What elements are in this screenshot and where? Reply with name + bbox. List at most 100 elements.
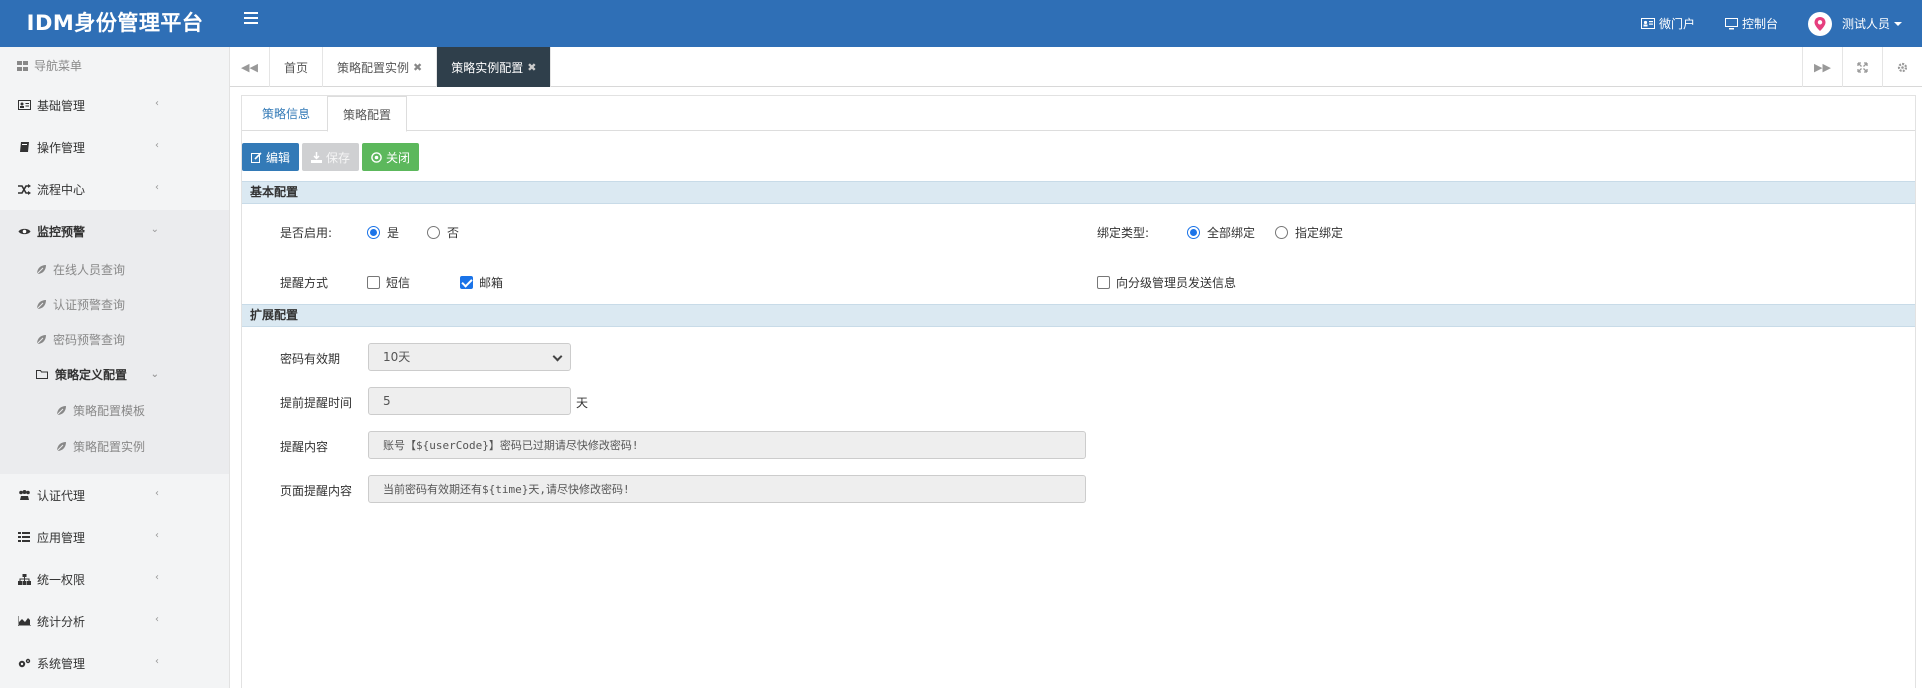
- chevron-left-icon: ‹: [155, 656, 159, 667]
- sidebar-item-label: 操作管理: [37, 140, 86, 155]
- enable-yes-label: 是: [387, 226, 400, 240]
- chevron-down-icon: ⌄: [150, 224, 159, 235]
- sidebar-item-permission[interactable]: 统一权限 ‹: [0, 558, 229, 600]
- sidebar-item-label: 密码预警查询: [53, 333, 126, 347]
- chevron-down-icon: ⌄: [150, 369, 159, 380]
- notify-admin-checkbox[interactable]: 向分级管理员发送信息: [1097, 274, 1236, 291]
- console-link[interactable]: 控制台: [1724, 15, 1778, 32]
- sidebar-item-operation[interactable]: 操作管理 ‹: [0, 126, 229, 168]
- bind-all-radio[interactable]: 全部绑定: [1187, 224, 1255, 241]
- sidebar-item-label: 基础管理: [37, 98, 86, 113]
- notify-email-label: 邮箱: [479, 276, 504, 290]
- close-circle-icon: [371, 151, 382, 163]
- backward-icon: ◀◀: [241, 60, 258, 74]
- close-button[interactable]: 关闭: [362, 143, 420, 171]
- validity-select[interactable]: 10天: [368, 343, 571, 371]
- bind-all-label: 全部绑定: [1207, 226, 1256, 240]
- save-button[interactable]: 保存: [302, 143, 360, 171]
- sidebar-item-basic[interactable]: 基础管理 ‹: [0, 84, 229, 126]
- chevron-left-icon: ‹: [155, 614, 159, 625]
- tab-policy-info[interactable]: 策略信息: [247, 96, 325, 131]
- page-reminder-input[interactable]: 当前密码有效期还有${time}天,请尽快修改密码!: [368, 475, 1086, 503]
- sidebar-item-label: 在线人员查询: [53, 263, 126, 277]
- top-bar: IDM身份管理平台 微门户 控制台 测试人员: [0, 0, 1922, 47]
- sidebar-item-online-users[interactable]: 在线人员查询: [0, 252, 229, 287]
- notify-row: 提醒方式 短信 邮箱 向分级管理员发送信息: [242, 259, 1915, 304]
- notify-sms-checkbox[interactable]: 短信: [367, 274, 410, 291]
- leaf-icon: [36, 335, 46, 345]
- chevron-left-icon: ‹: [155, 530, 159, 541]
- sidebar-item-app[interactable]: 应用管理 ‹: [0, 516, 229, 558]
- sidebar-item-monitor[interactable]: 监控预警 ⌄: [0, 210, 229, 252]
- id-card-icon: [1640, 18, 1655, 29]
- sidebar-item-policy-instance[interactable]: 策略配置实例: [0, 428, 229, 464]
- page-reminder-label: 页面提醒内容: [280, 484, 353, 498]
- notify-email-checkbox[interactable]: 邮箱: [460, 274, 503, 291]
- tab-label: 首页: [284, 60, 309, 75]
- sidebar-item-label: 应用管理: [37, 530, 86, 545]
- avatar: [1807, 11, 1832, 36]
- content-row: 提醒内容 账号【${userCode}】密码已过期请尽快修改密码!: [242, 423, 1915, 467]
- chevron-left-icon: ‹: [155, 182, 159, 193]
- scroll-tabs-left-button[interactable]: ◀◀: [230, 47, 270, 87]
- sidebar-item-policy-template[interactable]: 策略配置模板: [0, 392, 229, 428]
- extended-config-header: 扩展配置: [242, 304, 1915, 327]
- sidebar-item-label: 认证预警查询: [53, 298, 126, 312]
- sidebar-item-statistics[interactable]: 统计分析 ‹: [0, 600, 229, 642]
- notify-sms-label: 短信: [386, 276, 411, 290]
- reminder-content-value: 账号【${userCode}】密码已过期请尽快修改密码!: [383, 439, 639, 452]
- close-icon[interactable]: ✖: [527, 61, 536, 74]
- tab-label: 策略实例配置: [451, 60, 524, 75]
- tab-bar: ◀◀ 首页 策略配置实例 ✖ 策略实例配置 ✖ ▶▶: [230, 47, 1922, 87]
- sidebar-item-label: 策略定义配置: [55, 368, 128, 382]
- bind-specific-radio[interactable]: 指定绑定: [1275, 224, 1343, 241]
- radio-unchecked: [1275, 226, 1288, 239]
- leaf-icon: [56, 405, 66, 415]
- gears-icon: [18, 658, 30, 667]
- scroll-tabs-right-button[interactable]: ▶▶: [1802, 47, 1842, 87]
- advance-unit: 天: [576, 396, 589, 410]
- close-icon[interactable]: ✖: [413, 61, 422, 74]
- map-marker-icon: [1814, 16, 1826, 31]
- tab-home[interactable]: 首页: [270, 47, 324, 87]
- desktop-icon: [1724, 17, 1738, 29]
- advance-time-input[interactable]: 5: [368, 387, 571, 415]
- tab-label: 策略配置: [343, 107, 392, 122]
- sidebar-item-label: 认证代理: [37, 488, 86, 503]
- sidebar-item-system[interactable]: 系统管理 ‹: [0, 642, 229, 684]
- user-menu[interactable]: 测试人员: [1807, 11, 1902, 36]
- enable-no-radio[interactable]: 否: [427, 224, 459, 241]
- reminder-content-input[interactable]: 账号【${userCode}】密码已过期请尽快修改密码!: [368, 431, 1086, 459]
- fullscreen-button[interactable]: [1842, 47, 1882, 87]
- settings-button[interactable]: [1882, 47, 1922, 87]
- chevron-left-icon: ‹: [155, 140, 159, 151]
- brand-title[interactable]: IDM身份管理平台: [0, 0, 230, 47]
- area-chart-icon: [17, 616, 31, 626]
- tab-policy-instance[interactable]: 策略配置实例 ✖: [323, 47, 438, 87]
- list-icon: [18, 532, 30, 542]
- leaf-icon: [36, 300, 46, 310]
- sidebar-item-workflow[interactable]: 流程中心 ‹: [0, 168, 229, 210]
- checkbox-unchecked: [367, 276, 380, 289]
- enable-yes-radio[interactable]: 是: [367, 224, 399, 241]
- nav-title-label: 导航菜单: [34, 59, 83, 73]
- sidebar-item-label: 流程中心: [37, 182, 86, 197]
- page-reminder-value: 当前密码有效期还有${time}天,请尽快修改密码!: [383, 483, 630, 496]
- validity-label: 密码有效期: [280, 352, 341, 366]
- checkbox-checked: [460, 276, 473, 289]
- sitemap-icon: [17, 573, 31, 585]
- tab-policy-config[interactable]: 策略配置: [327, 96, 408, 132]
- sidebar-item-password-alert[interactable]: 密码预警查询: [0, 322, 229, 357]
- edit-button[interactable]: 编辑: [242, 143, 300, 171]
- edit-icon: [251, 151, 262, 163]
- portal-link[interactable]: 微门户: [1640, 15, 1695, 32]
- sidebar-item-policy-definition[interactable]: 策略定义配置 ⌄: [0, 357, 229, 392]
- menu-toggle-icon[interactable]: [244, 12, 258, 24]
- enable-no-label: 否: [447, 226, 460, 240]
- tab-policy-instance-config[interactable]: 策略实例配置 ✖: [437, 47, 552, 87]
- sidebar-item-auth-proxy[interactable]: 认证代理 ‹: [0, 474, 229, 516]
- gear-icon: [1897, 62, 1908, 72]
- sidebar-item-auth-alert[interactable]: 认证预警查询: [0, 287, 229, 322]
- book-icon: [19, 142, 29, 152]
- grid-icon: [17, 60, 28, 71]
